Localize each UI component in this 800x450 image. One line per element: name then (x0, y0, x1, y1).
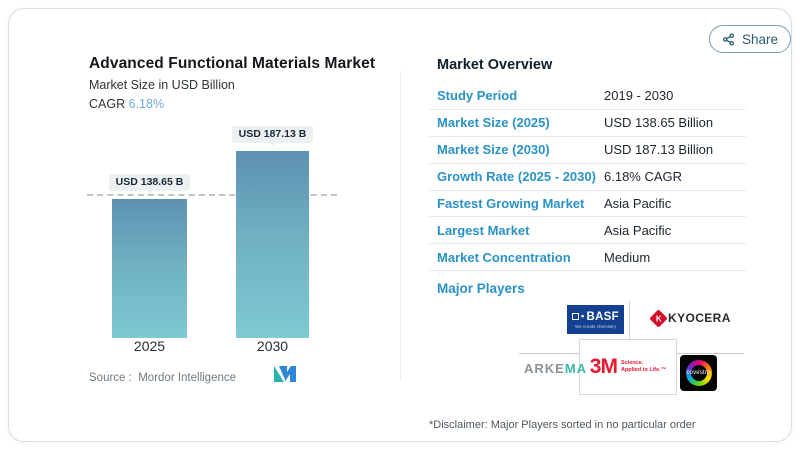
bar-value-label-2025: USD 138.65 B (109, 174, 191, 191)
row-label: Study Period (429, 88, 604, 103)
source-line: Source : Mordor Intelligence (89, 372, 236, 384)
kyocera-icon: K (649, 309, 667, 327)
connector-line-right (676, 353, 744, 354)
x-axis-label-2030: 2030 (236, 338, 309, 354)
table-row: Largest Market Asia Pacific (429, 217, 746, 244)
share-button-label: Share (742, 32, 778, 47)
market-snapshot-card: Share Advanced Functional Materials Mark… (8, 8, 792, 442)
covestro-logo: covestro (680, 355, 717, 391)
basf-square-icon (572, 313, 579, 320)
connector-line-vertical (629, 301, 630, 339)
basf-name: BASF (586, 311, 619, 323)
covestro-name: covestro (686, 370, 710, 376)
kyocera-name: KYOCERA (668, 311, 731, 325)
table-row: Study Period 2019 - 2030 (429, 83, 746, 110)
basf-tagline: We create chemistry (575, 324, 616, 329)
kyocera-logo: K KYOCERA (652, 311, 731, 325)
share-nodes-icon (722, 33, 735, 46)
row-value: USD 187.13 Billion (604, 142, 746, 157)
major-players-label: Major Players (437, 281, 525, 296)
row-label: Growth Rate (2025 - 2030) (429, 169, 604, 184)
table-row: Market Size (2030) USD 187.13 Billion (429, 137, 746, 164)
share-button[interactable]: Share (709, 25, 791, 53)
label-pointer (269, 142, 277, 150)
row-value: 6.18% CAGR (604, 169, 746, 184)
connector-line-left (519, 353, 579, 354)
table-row: Growth Rate (2025 - 2030) 6.18% CAGR (429, 164, 746, 191)
chart-cagr: CAGR 6.18% (89, 97, 164, 111)
table-row: Fastest Growing Market Asia Pacific (429, 191, 746, 218)
row-value: USD 138.65 Billion (604, 115, 746, 130)
panel-divider (400, 71, 401, 381)
major-players-cluster: • BASF We create chemistry K KYOCERA 3M … (514, 299, 746, 399)
3m-tagline: Science. Applied to Life.™ (621, 360, 666, 375)
chart-title: Advanced Functional Materials Market (89, 55, 375, 73)
row-label: Market Concentration (429, 250, 604, 265)
label-pointer (146, 190, 154, 198)
source-value: Mordor Intelligence (138, 372, 236, 384)
arkema-logo: ARKEMA (524, 361, 587, 376)
row-value: Asia Pacific (604, 196, 746, 211)
overview-table: Study Period 2019 - 2030 Market Size (20… (429, 83, 746, 271)
arkema-name-teal: MA (565, 361, 587, 376)
cagr-value: 6.18% (129, 97, 164, 111)
mordor-intelligence-logo (273, 365, 297, 383)
3m-logo-card: 3M Science. Applied to Life.™ (579, 339, 677, 395)
cagr-label: CAGR (89, 97, 125, 111)
source-label: Source : (89, 372, 132, 384)
3m-name: 3M (590, 355, 617, 379)
arkema-name-gray: ARKE (524, 361, 565, 376)
row-label: Largest Market (429, 223, 604, 238)
bar-group-2025[interactable]: USD 138.65 B (112, 174, 187, 338)
row-label: Market Size (2025) (429, 115, 604, 130)
bar-group-2030[interactable]: USD 187.13 B (236, 126, 309, 338)
row-value: Medium (604, 250, 746, 265)
x-axis-label-2025: 2025 (112, 338, 187, 354)
bar-value-label-2030: USD 187.13 B (232, 126, 314, 143)
row-value: Asia Pacific (604, 223, 746, 238)
chart-subtitle: Market Size in USD Billion (89, 78, 235, 92)
row-value: 2019 - 2030 (604, 88, 746, 103)
table-row: Market Concentration Medium (429, 244, 746, 271)
basf-logo: • BASF We create chemistry (567, 305, 624, 334)
basf-bullet: • (581, 312, 584, 321)
bar-2025[interactable] (112, 199, 187, 338)
overview-title: Market Overview (437, 57, 552, 73)
row-label: Market Size (2030) (429, 142, 604, 157)
table-row: Market Size (2025) USD 138.65 Billion (429, 110, 746, 137)
row-label: Fastest Growing Market (429, 196, 604, 211)
bar-2030[interactable] (236, 151, 309, 338)
disclaimer-text: *Disclaimer: Major Players sorted in no … (429, 419, 696, 431)
